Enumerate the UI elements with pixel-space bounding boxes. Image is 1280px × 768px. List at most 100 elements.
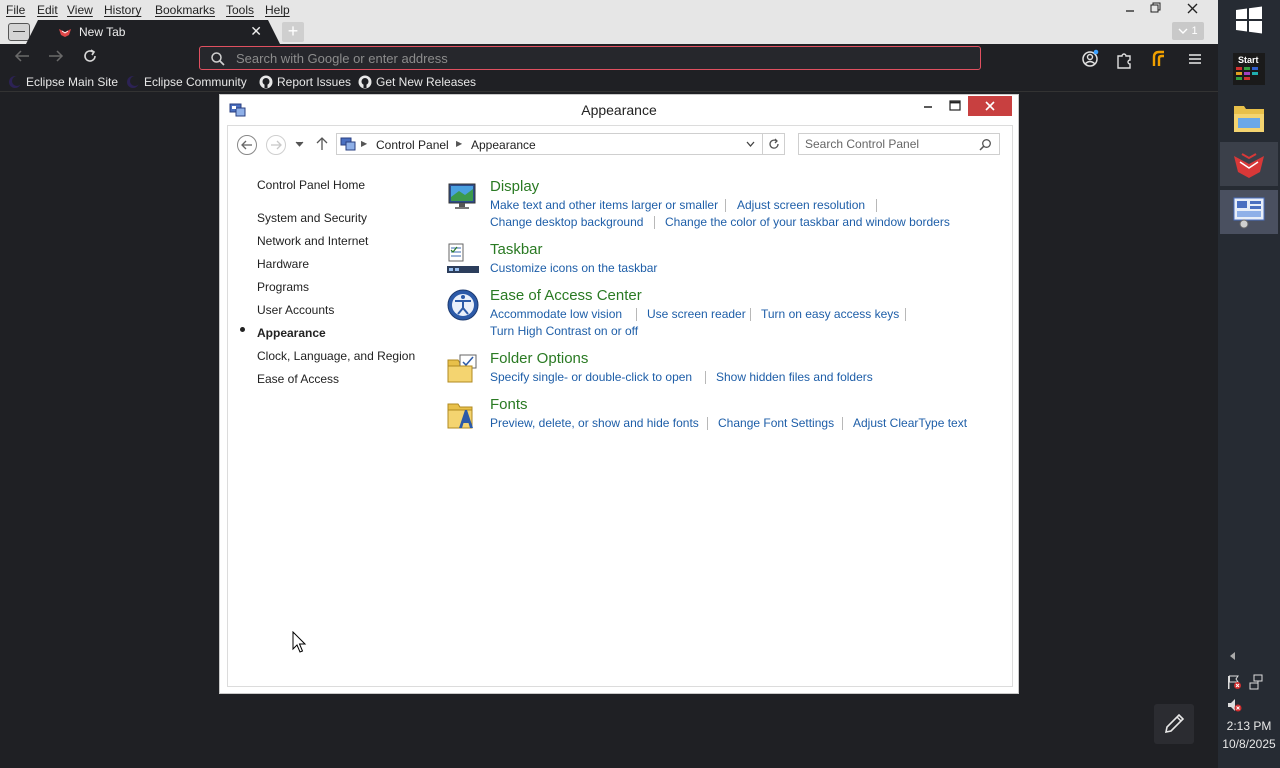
- category-fonts-title[interactable]: Fonts: [490, 396, 528, 413]
- window-title: Appearance: [581, 102, 657, 118]
- back-arrow-icon[interactable]: [11, 48, 33, 70]
- window-titlebar[interactable]: Appearance: [220, 95, 1018, 125]
- category-display-title[interactable]: Display: [490, 178, 539, 195]
- link-change-font-settings[interactable]: Change Font Settings: [718, 416, 834, 430]
- link-separator: [707, 417, 708, 430]
- bookmark-get-new-releases[interactable]: Get New Releases: [358, 74, 476, 90]
- eclipse-icon: [9, 76, 22, 88]
- nav-system-and-security[interactable]: System and Security: [257, 211, 367, 225]
- forward-icon[interactable]: [266, 135, 286, 155]
- link-turn-high-contrast[interactable]: Turn High Contrast on or off: [490, 324, 638, 338]
- tab-count-button[interactable]: 1: [1172, 22, 1204, 40]
- waterfox-icon: [1234, 153, 1264, 178]
- tray-expand-icon[interactable]: [1228, 651, 1236, 661]
- windows-logo-icon[interactable]: [1235, 6, 1263, 34]
- breadcrumb[interactable]: ▶ Control Panel ▶ Appearance: [336, 133, 785, 155]
- url-input[interactable]: [236, 47, 936, 69]
- link-accommodate-low-vision[interactable]: Accommodate low vision: [490, 307, 622, 321]
- category-ease-of-access-title[interactable]: Ease of Access Center: [490, 287, 642, 304]
- minimize-icon[interactable]: [918, 99, 938, 117]
- control-panel-taskbar-button[interactable]: [1220, 190, 1278, 234]
- category-folder-options-title[interactable]: Folder Options: [490, 350, 588, 367]
- clock-date[interactable]: 10/8/2025: [1218, 737, 1280, 751]
- addon-icon[interactable]: [1148, 48, 1170, 70]
- network-icon[interactable]: [1249, 674, 1265, 690]
- bookmarks-toolbar: Eclipse Main Site Eclipse Community Repo…: [0, 72, 1218, 92]
- ease-of-access-icon: [447, 289, 479, 321]
- menu-file[interactable]: File: [6, 3, 25, 17]
- link-adjust-screen-resolution[interactable]: Adjust screen resolution: [737, 198, 865, 212]
- new-tab-button[interactable]: +: [282, 22, 304, 42]
- action-center-flag-icon[interactable]: [1226, 674, 1242, 690]
- menu-bar: File Edit View History Bookmarks Tools H…: [0, 0, 1218, 20]
- hamburger-menu-icon[interactable]: [1184, 48, 1206, 70]
- menu-bookmarks[interactable]: Bookmarks: [155, 3, 215, 17]
- nav-network-and-internet[interactable]: Network and Internet: [257, 234, 368, 248]
- maximize-icon[interactable]: [944, 97, 966, 115]
- restore-icon[interactable]: [1141, 0, 1171, 20]
- search-icon[interactable]: [979, 138, 992, 151]
- breadcrumb-appearance[interactable]: Appearance: [471, 138, 536, 152]
- search-input[interactable]: [805, 135, 975, 153]
- nav-hardware[interactable]: Hardware: [257, 257, 309, 271]
- search-control-panel-box[interactable]: [798, 133, 1000, 155]
- forward-arrow-icon[interactable]: [45, 48, 67, 70]
- nav-ease-of-access[interactable]: Ease of Access: [257, 372, 339, 386]
- bookmark-eclipse-main-site[interactable]: Eclipse Main Site: [8, 74, 118, 90]
- address-bar[interactable]: [199, 46, 981, 70]
- menu-edit[interactable]: Edit: [37, 3, 58, 17]
- link-separator: [876, 199, 877, 212]
- bookmark-eclipse-community[interactable]: Eclipse Community: [126, 74, 247, 90]
- nav-user-accounts[interactable]: User Accounts: [257, 303, 334, 317]
- refresh-icon[interactable]: [762, 133, 785, 155]
- category-taskbar-title[interactable]: Taskbar: [490, 241, 543, 258]
- tab-title: New Tab: [79, 25, 126, 39]
- nav-control-panel-home[interactable]: Control Panel Home: [257, 178, 365, 192]
- link-customize-taskbar-icons[interactable]: Customize icons on the taskbar: [490, 261, 657, 275]
- nav-programs[interactable]: Programs: [257, 280, 309, 294]
- link-use-screen-reader[interactable]: Use screen reader: [647, 307, 746, 321]
- start-label: Start: [1238, 55, 1259, 65]
- chevron-down-icon[interactable]: [746, 141, 755, 148]
- fonts-icon: [447, 403, 473, 429]
- menu-view[interactable]: View: [67, 3, 93, 17]
- bookmark-report-issues[interactable]: Report Issues: [259, 74, 351, 90]
- tab-close-icon[interactable]: ✕: [250, 23, 262, 40]
- back-icon[interactable]: [237, 135, 257, 155]
- github-icon: [259, 75, 273, 89]
- menu-tools[interactable]: Tools: [226, 3, 254, 17]
- link-single-double-click[interactable]: Specify single- or double-click to open: [490, 370, 692, 384]
- nav-clock-language-region[interactable]: Clock, Language, and Region: [257, 349, 415, 363]
- recent-locations-chevron-icon[interactable]: [295, 141, 304, 147]
- tab-count-label: 1: [1191, 25, 1198, 37]
- link-separator: [842, 417, 843, 430]
- link-change-taskbar-color[interactable]: Change the color of your taskbar and win…: [665, 215, 950, 229]
- extensions-icon[interactable]: [1113, 48, 1135, 70]
- link-show-hidden-files[interactable]: Show hidden files and folders: [716, 370, 873, 384]
- up-arrow-icon[interactable]: [316, 137, 328, 151]
- volume-muted-icon[interactable]: [1226, 697, 1242, 713]
- reload-icon[interactable]: [79, 48, 101, 70]
- clock-time[interactable]: 2:13 PM: [1218, 719, 1280, 733]
- link-change-desktop-background[interactable]: Change desktop background: [490, 215, 643, 229]
- tab-strip: New Tab ✕ + 1: [0, 20, 1218, 44]
- waterfox-taskbar-button[interactable]: [1220, 142, 1278, 186]
- link-separator: [705, 371, 706, 384]
- link-turn-on-easy-access-keys[interactable]: Turn on easy access keys: [761, 307, 899, 321]
- pen-annotation-button[interactable]: [1154, 704, 1194, 744]
- menu-help[interactable]: Help: [265, 3, 290, 17]
- breadcrumb-control-panel[interactable]: Control Panel: [376, 138, 449, 152]
- link-preview-delete-fonts[interactable]: Preview, delete, or show and hide fonts: [490, 416, 699, 430]
- link-make-text-larger[interactable]: Make text and other items larger or smal…: [490, 198, 718, 212]
- close-icon[interactable]: [968, 96, 1012, 116]
- tab-new-tab[interactable]: New Tab ✕: [26, 20, 280, 44]
- close-icon[interactable]: [1177, 0, 1207, 20]
- eclipse-icon: [127, 76, 140, 88]
- menu-history[interactable]: History: [104, 3, 141, 17]
- link-adjust-cleartype[interactable]: Adjust ClearType text: [853, 416, 967, 430]
- start-tiles-button[interactable]: Start: [1220, 50, 1278, 94]
- nav-appearance[interactable]: Appearance: [257, 326, 326, 340]
- file-explorer-button[interactable]: [1220, 96, 1278, 140]
- link-separator: [905, 308, 906, 321]
- account-icon[interactable]: [1079, 48, 1101, 70]
